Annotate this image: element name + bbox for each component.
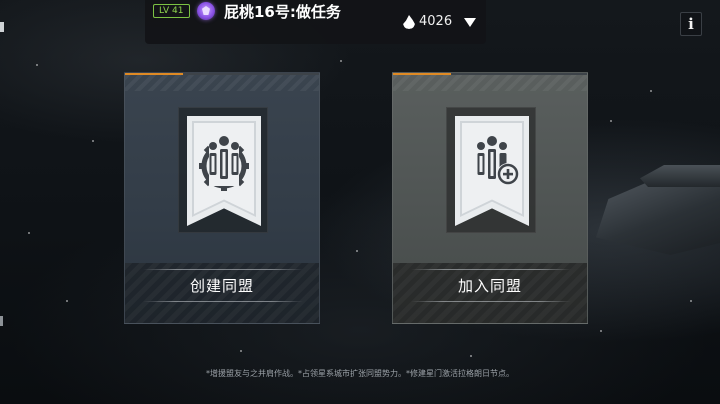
level-badge: LV 41	[153, 4, 190, 18]
footer-tip: *增援盟友与之并肩作战。*占领星系城市扩张同盟势力。*修建星门激活拉格朗日节点。	[206, 369, 514, 378]
power-value: 4026	[419, 14, 453, 29]
rank-emblem-icon	[197, 2, 215, 20]
divider	[411, 301, 571, 302]
join-alliance-card[interactable]: 加入同盟	[392, 72, 588, 324]
alliance-gear-banner-icon	[199, 136, 249, 191]
flame-icon	[403, 15, 415, 29]
card-header-stripes	[393, 75, 587, 91]
divider	[143, 301, 303, 302]
join-alliance-label: 加入同盟	[457, 277, 522, 295]
divider	[411, 269, 571, 270]
divider	[143, 269, 303, 270]
player-name: 屁桃16号:做任务	[224, 3, 341, 21]
alliance-join-banner-icon	[477, 136, 519, 185]
info-button[interactable]: i	[680, 12, 702, 36]
edge-marker	[0, 22, 4, 32]
player-header: LV 41 屁桃16号:做任务 4026	[145, 0, 486, 44]
create-alliance-label: 创建同盟	[189, 277, 254, 295]
triangle-down-icon[interactable]	[464, 18, 476, 27]
card-header-stripes	[125, 75, 319, 91]
edge-marker	[0, 316, 3, 326]
emblem-frame	[178, 107, 268, 233]
create-alliance-card[interactable]: 创建同盟	[124, 72, 320, 324]
emblem-frame	[446, 107, 536, 233]
